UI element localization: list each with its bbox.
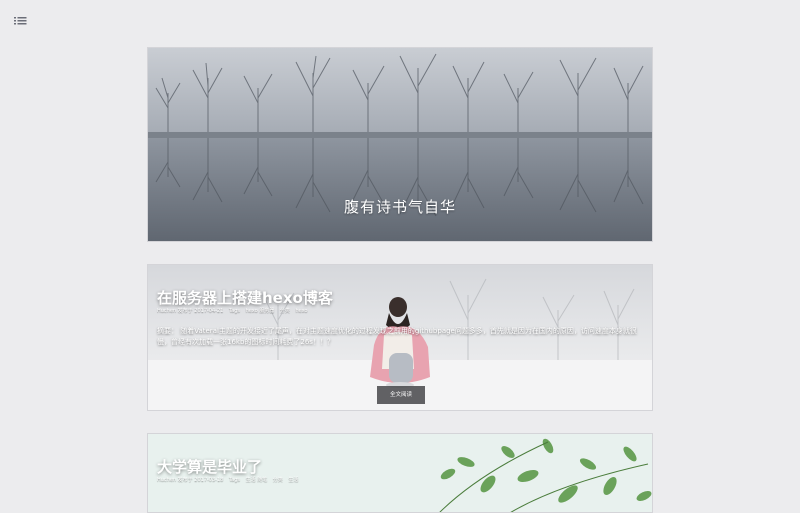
category-label: 分类	[279, 308, 290, 314]
post-author-date: Huchen 发布于 2017-03-18	[157, 477, 224, 483]
post-category[interactable]: 生活	[288, 477, 298, 483]
list-menu-icon[interactable]	[13, 14, 29, 28]
read-more-button[interactable]: 全文阅读	[377, 386, 425, 404]
post-tags[interactable]: 生活 随笔	[246, 477, 268, 483]
post-meta: Huchen 发布于 2017-04-21 Tags hexo 服务器 分类 h…	[157, 307, 311, 314]
post-title[interactable]: 大学算是毕业了	[157, 456, 262, 477]
post-author-date: Huchen 发布于 2017-04-21	[157, 308, 224, 314]
post-excerpt: 摘要： 随着Vateral主题的开发接近了尾声，在对主题速度优化的过程发现之前用…	[157, 327, 637, 346]
post-card[interactable]: 大学算是毕业了 Huchen 发布于 2017-03-18 Tags 生活 随笔…	[147, 433, 653, 513]
tags-label: Tags	[228, 477, 241, 483]
post-meta: Huchen 发布于 2017-03-18 Tags 生活 随笔 分类 生活	[157, 476, 302, 483]
category-label: 分类	[272, 477, 283, 483]
post-category[interactable]: hexo	[295, 308, 307, 314]
tags-label: Tags	[228, 308, 241, 314]
hero-title: 腹有诗书气自华	[343, 198, 456, 216]
post-card[interactable]: 在服务器上搭建hexo博客 Huchen 发布于 2017-04-21 Tags…	[147, 264, 653, 411]
post-title[interactable]: 在服务器上搭建hexo博客	[157, 287, 333, 308]
post-tags[interactable]: hexo 服务器	[246, 308, 275, 314]
